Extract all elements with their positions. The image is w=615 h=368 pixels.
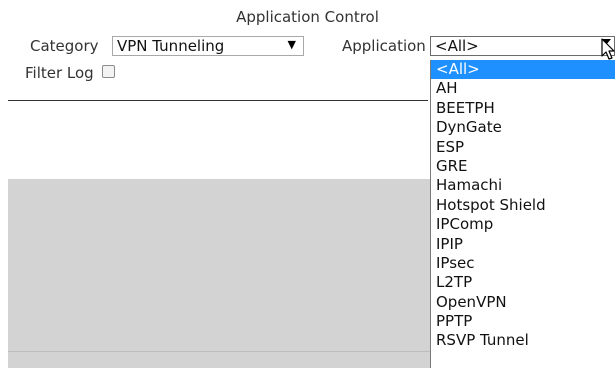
dropdown-option[interactable]: DynGate	[431, 118, 615, 137]
application-label: Application	[342, 37, 426, 55]
dropdown-option[interactable]: AH	[431, 79, 615, 98]
dropdown-option[interactable]: Hamachi	[431, 176, 615, 195]
filter-log-row: Filter Log	[25, 62, 115, 84]
dropdown-option[interactable]: IPsec	[431, 254, 615, 273]
application-select[interactable]: <All>	[430, 36, 615, 56]
panel-divider	[8, 351, 430, 352]
dropdown-option[interactable]: PPTP	[431, 312, 615, 331]
category-select[interactable]: VPN Tunneling ▼	[112, 36, 304, 56]
chevron-down-icon: ▼	[287, 38, 296, 51]
dropdown-option[interactable]: GRE	[431, 157, 615, 176]
application-dropdown-list[interactable]: <All> AH BEETPH DynGate ESP GRE Hamachi Hotspot…	[430, 60, 615, 368]
dropdown-option[interactable]: <All>	[431, 60, 615, 80]
category-select-value: VPN Tunneling	[117, 37, 225, 55]
filter-log-label: Filter Log	[25, 64, 94, 82]
content-panel	[8, 179, 430, 368]
dropdown-option[interactable]: IPComp	[431, 215, 615, 234]
dropdown-option[interactable]: OpenVPN	[431, 293, 615, 312]
category-label: Category	[30, 37, 99, 55]
dropdown-option[interactable]: L2TP	[431, 273, 615, 292]
page-title: Application Control	[236, 8, 379, 26]
dropdown-option[interactable]: RSVP Tunnel	[431, 331, 615, 350]
dropdown-option[interactable]: IPIP	[431, 235, 615, 254]
filter-row: Category VPN Tunneling ▼ Application <Al…	[0, 34, 615, 58]
divider	[8, 100, 428, 101]
application-select-value: <All>	[435, 37, 479, 55]
dropdown-option[interactable]: BEETPH	[431, 99, 615, 118]
mouse-pointer-icon	[601, 38, 615, 60]
filter-log-checkbox[interactable]	[101, 65, 115, 78]
dropdown-option[interactable]: Hotspot Shield	[431, 196, 615, 215]
dropdown-option[interactable]: ESP	[431, 138, 615, 157]
